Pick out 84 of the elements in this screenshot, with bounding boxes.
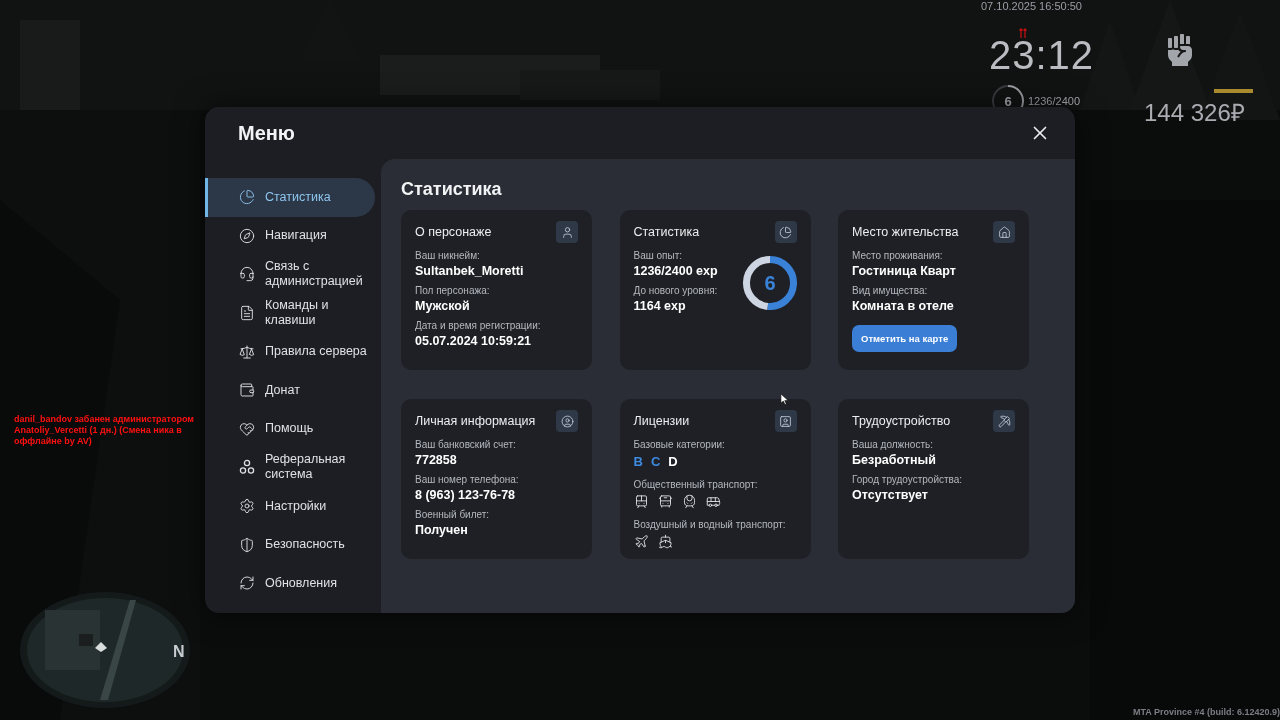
field-label: Ваш банковский счет: xyxy=(415,439,517,450)
cursor-icon xyxy=(781,394,789,405)
user-icon xyxy=(556,221,578,243)
mark-on-map-button[interactable]: Отметить на карте xyxy=(852,325,958,352)
field-label: Воздушный и водный транспорт: xyxy=(633,519,787,530)
sidebar-item[interactable]: Настройки xyxy=(205,486,375,526)
bus-icon xyxy=(657,494,673,509)
card-title: О персонаже xyxy=(415,225,492,239)
field-value: 8 (963) 123-76-78 xyxy=(415,488,517,502)
field-label: Базовые категории: xyxy=(633,439,726,450)
sidebar-item[interactable]: Правила сервера xyxy=(205,332,375,371)
trolleybus-icon xyxy=(633,494,649,509)
train-icon xyxy=(681,494,697,509)
refresh-icon xyxy=(239,575,255,592)
experience-text: 1236/2400 xyxy=(1028,95,1080,107)
arrows-up-icon xyxy=(1019,28,1027,38)
field-label: Вид имущества: xyxy=(852,285,929,296)
chat-message: danil_bandov забанен администратором Anatoliy_Vercetti (1 дн.) (Смена ника в оффлайне by AV) xyxy=(14,414,194,447)
field-label: Общественный транспорт: xyxy=(633,479,759,490)
compass-north: N xyxy=(173,643,185,661)
three-circles-icon xyxy=(239,459,255,476)
headset-icon xyxy=(239,266,255,283)
money: 144 326₽ xyxy=(1144,98,1245,128)
money-indicator xyxy=(1214,89,1253,93)
sidebar-item[interactable]: Команды и клавиши xyxy=(205,293,375,333)
sidebar-item[interactable]: Связь с администрацией xyxy=(205,255,375,294)
plane-icon xyxy=(633,534,649,549)
sidebar-item[interactable]: Статистика xyxy=(205,178,375,217)
field-value: Мужской xyxy=(415,299,471,313)
level-number: 6 xyxy=(763,272,776,295)
sidebar-item[interactable]: Помощь xyxy=(205,409,375,449)
card-title: Трудоустройство xyxy=(852,414,951,428)
pie-chart-icon xyxy=(774,221,797,243)
field-value: Комната в отеле xyxy=(852,299,955,313)
level-number: 6 xyxy=(1004,93,1012,109)
field-label: Ваш номер телефона: xyxy=(415,474,520,485)
compass-icon xyxy=(239,227,255,244)
field-value: 05.07.2024 10:59:21 xyxy=(415,334,533,348)
card-title: Статистика xyxy=(633,225,700,239)
document-icon xyxy=(239,305,255,322)
field-label: Пол персонажа: xyxy=(415,285,491,296)
sidebar-item[interactable]: Обновления xyxy=(205,563,375,603)
card-title: Место жительства xyxy=(852,225,959,239)
card-title: Лицензии xyxy=(633,414,690,428)
settings-icon xyxy=(239,498,255,515)
field-value: Безработный xyxy=(852,453,937,467)
wallet-icon xyxy=(239,382,255,399)
field-label: Ваша должность: xyxy=(852,439,934,450)
field-label: До нового уровня: xyxy=(633,285,719,296)
page-title: Статистика xyxy=(401,179,503,200)
field-label: Дата и время регистрации: xyxy=(415,320,542,331)
license-category: D xyxy=(668,454,678,469)
sidebar-item[interactable]: Навигация xyxy=(205,216,375,256)
license-category: C xyxy=(650,454,661,469)
ship-icon xyxy=(657,534,673,549)
field-label: Ваш никнейм: xyxy=(415,250,481,261)
clock: 23:12 xyxy=(989,37,1095,73)
minibus-icon xyxy=(705,494,721,509)
pie-chart-icon xyxy=(239,189,255,206)
field-value: Получен xyxy=(415,523,469,537)
build-info: MTA Province #4 (build: 6.12420.9) xyxy=(1132,707,1280,717)
field-label: Город трудоустройства: xyxy=(852,474,964,485)
field-value: Гостиница Кварт xyxy=(852,264,957,278)
date-time: 07.10.2025 16:50:50 xyxy=(981,0,1082,12)
house-icon xyxy=(993,221,1015,243)
sidebar-item[interactable]: Реферальная система xyxy=(205,448,375,487)
field-value: 1236/2400 exp xyxy=(633,264,719,278)
pickaxe-icon xyxy=(993,410,1015,432)
field-value: Sultanbek_Moretti xyxy=(415,264,525,278)
heart-hand-icon xyxy=(239,420,255,437)
sidebar-item[interactable]: Безопасность xyxy=(205,525,375,564)
window-title: Меню xyxy=(238,121,295,145)
field-label: Ваш опыт: xyxy=(633,250,684,261)
sidebar-item[interactable]: Донат xyxy=(205,370,375,410)
license-category: B xyxy=(633,454,643,469)
field-value: 772858 xyxy=(415,453,458,467)
card-title: Личная информация xyxy=(415,414,536,428)
field-value: 1164 exp xyxy=(633,299,687,313)
scales-icon xyxy=(239,343,255,360)
field-label: Место проживания: xyxy=(852,250,944,261)
id-card-icon xyxy=(774,410,797,432)
field-label: Военный билет: xyxy=(415,509,491,520)
shield-icon xyxy=(239,536,255,553)
field-value: Отсутствует xyxy=(852,488,929,502)
